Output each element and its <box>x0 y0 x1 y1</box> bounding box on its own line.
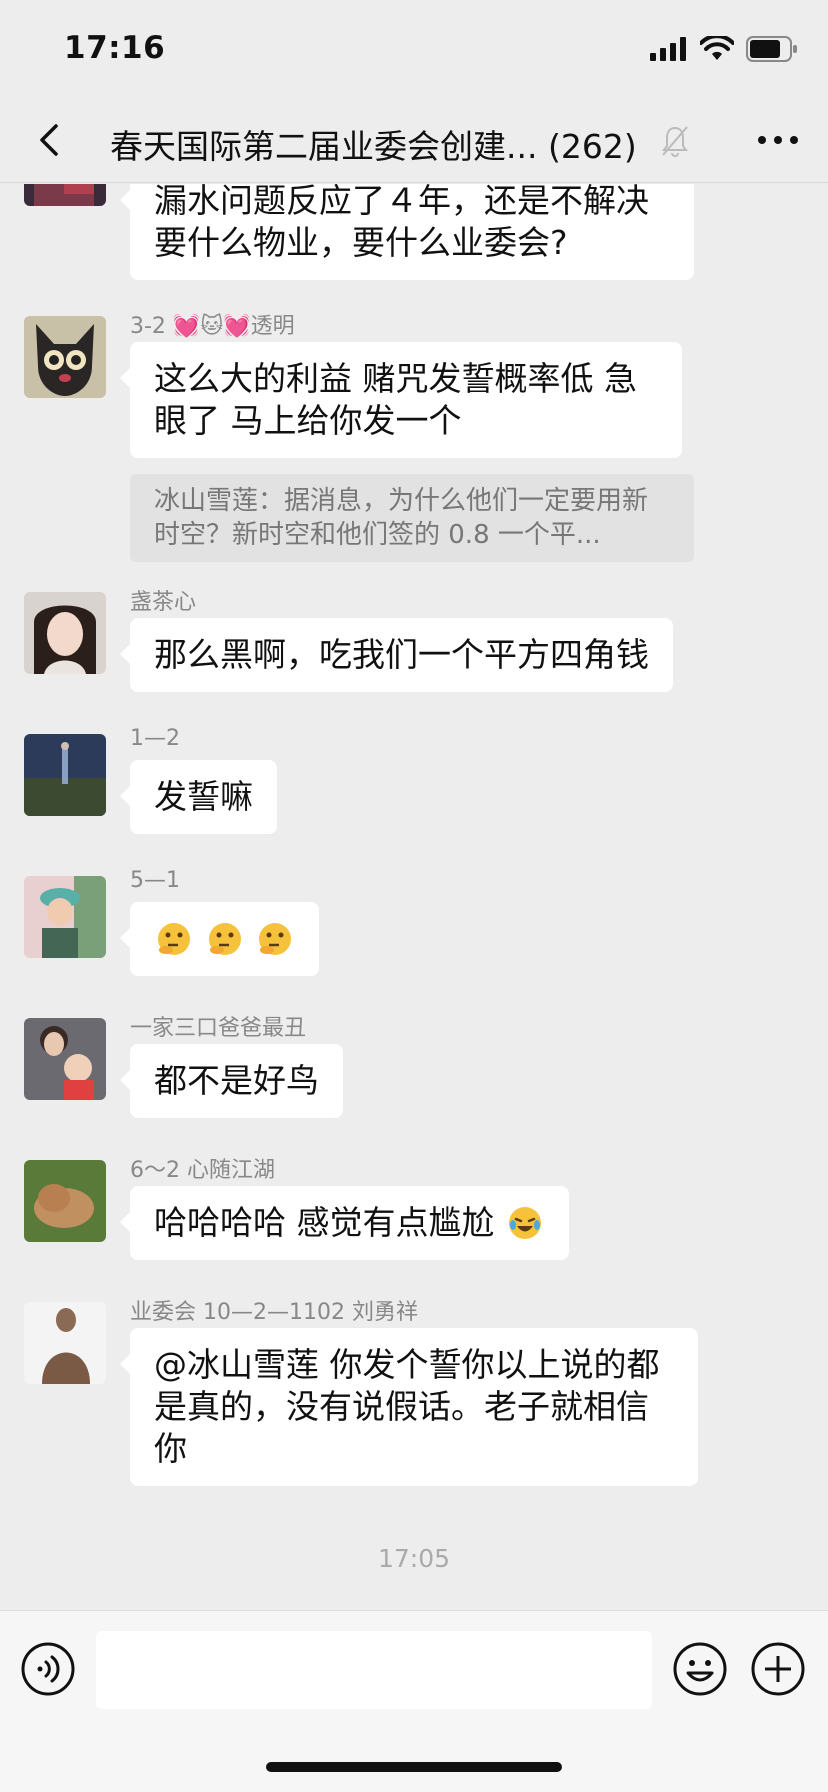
signal-icon <box>650 37 686 61</box>
message-text: 发誓嘛 <box>154 777 253 816</box>
avatar[interactable] <box>24 592 106 674</box>
sender-name: 1—2 <box>130 726 180 751</box>
status-time: 17:16 <box>64 30 166 66</box>
message-text: 哈哈哈哈 感觉有点尴尬 <box>154 1203 495 1242</box>
message-bubble[interactable] <box>120 902 319 976</box>
message-text: 都不是好鸟 <box>154 1061 319 1100</box>
sender-name: 6～2 心随江湖 <box>130 1158 275 1183</box>
sender-name: 3-2 💓🐱💓透明 <box>130 314 295 339</box>
message-text: @冰山雪莲 你发个誓你以上说的都是真的，没有说假话。老子就相信你 <box>154 1345 660 1468</box>
message-text: 这么大的利益 赌咒发誓概率低 急眼了 马上给你发一个 <box>154 359 637 440</box>
message-text: 漏水问题反应了４年，还是不解决要什么物业，要什么业委会? <box>154 184 649 262</box>
message-bubble[interactable]: 哈哈哈哈 感觉有点尴尬 <box>120 1186 569 1260</box>
sender-name: 盏茶心 <box>130 590 197 615</box>
avatar[interactable] <box>24 1018 106 1100</box>
thinking-face-emoji <box>208 923 241 955</box>
thinking-face-emoji <box>259 923 291 955</box>
mute-bell-icon <box>662 126 688 157</box>
quoted-message[interactable]: 冰山雪莲：据消息，为什么他们一定要用新时空？新时空和他们签的 0.8 一个平..… <box>130 474 694 562</box>
back-icon[interactable] <box>28 118 72 162</box>
message-bubble[interactable]: @冰山雪莲 你发个誓你以上说的都是真的，没有说假话。老子就相信你 <box>120 1328 698 1486</box>
quote-text: 冰山雪莲：据消息，为什么他们一定要用新时空？新时空和他们签的 0.8 一个平..… <box>154 486 649 550</box>
home-indicator[interactable] <box>266 1762 562 1772</box>
message-input[interactable] <box>96 1631 652 1709</box>
message-bubble[interactable]: 发誓嘛 <box>120 760 277 834</box>
chat-header: 春天国际第二届业委会创建... (262) <box>0 100 828 183</box>
time-separator: 17:05 <box>377 1544 451 1573</box>
sender-name: 业委会 10—2—1102 刘勇祥 <box>130 1300 418 1325</box>
avatar[interactable] <box>24 316 106 398</box>
message-bubble[interactable]: 漏水问题反应了４年，还是不解决要什么物业，要什么业委会? <box>120 184 694 280</box>
more-icon[interactable] <box>756 128 800 152</box>
thinking-face-emoji <box>158 923 190 955</box>
chat-title: 春天国际第二届业委会创建... (262) <box>110 127 637 166</box>
avatar[interactable] <box>24 876 106 958</box>
voice-icon[interactable] <box>20 1641 76 1697</box>
message-bubble[interactable]: 这么大的利益 赌咒发誓概率低 急眼了 马上给你发一个 <box>120 342 682 458</box>
message-bubble[interactable]: 都不是好鸟 <box>120 1044 343 1118</box>
avatar[interactable] <box>24 1160 106 1242</box>
laughing-tears-emoji <box>509 1207 541 1239</box>
status-bar: 17:16 <box>0 0 828 100</box>
status-icons <box>650 34 798 64</box>
message-bubble[interactable]: 那么黑啊，吃我们一个平方四角钱 <box>120 618 673 692</box>
chat-message-list[interactable]: 漏水问题反应了４年，还是不解决要什么物业，要什么业委会? 3-2 💓🐱💓透明 这… <box>0 184 828 1610</box>
battery-icon <box>746 36 797 62</box>
sender-name: 5—1 <box>130 868 180 893</box>
wifi-icon <box>700 36 734 60</box>
avatar[interactable] <box>24 1302 106 1384</box>
emoji-icon[interactable] <box>672 1641 728 1697</box>
avatar[interactable] <box>24 184 106 206</box>
message-text: 那么黑啊，吃我们一个平方四角钱 <box>154 635 649 674</box>
avatar[interactable] <box>24 734 106 816</box>
plus-icon[interactable] <box>750 1641 806 1697</box>
sender-name: 一家三口爸爸最丑 <box>130 1016 307 1041</box>
